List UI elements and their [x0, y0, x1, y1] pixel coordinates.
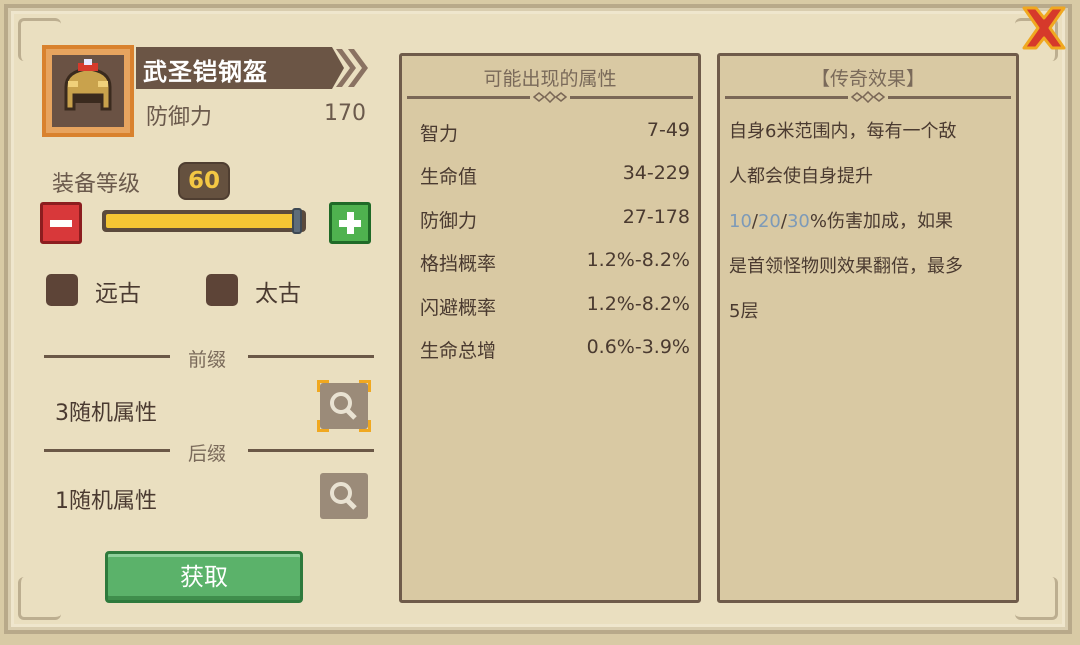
get-button[interactable]: 获取	[105, 551, 303, 603]
close-button[interactable]	[1016, 2, 1072, 54]
effect-value: 30	[786, 211, 810, 232]
divider	[44, 449, 170, 452]
item-icon-frame[interactable]	[42, 45, 134, 137]
item-stat-label: 防御力	[146, 105, 213, 130]
prefix-inspect-button[interactable]	[317, 380, 371, 432]
panel-title: 【传奇效果】	[810, 68, 925, 90]
suffix-attributes: 1随机属性	[55, 489, 157, 514]
panel-title: 可能出现的属性	[483, 68, 617, 90]
legendary-text-line: 5层	[729, 301, 759, 322]
suffix-title: 后缀	[188, 443, 227, 465]
frame-ornament	[18, 577, 61, 620]
divider	[44, 355, 170, 358]
legendary-text-line: 自身6米范围内，每有一个敌	[729, 121, 957, 142]
attribute-row: 格挡概率 1.2%-8.2%	[420, 249, 690, 279]
item-name: 武圣铠钢盔	[143, 58, 268, 86]
attribute-range: 1.2%-8.2%	[586, 249, 690, 271]
legendary-effect-panel: 【传奇效果】 自身6米范围内，每有一个敌 人都会使自身提升 10/20/30%伤…	[717, 53, 1019, 603]
attribute-name: 生命总增	[420, 340, 497, 362]
attribute-row: 智力 7-49	[420, 119, 690, 149]
checkbox-primal-label: 太古	[255, 281, 301, 307]
divider	[248, 449, 374, 452]
item-stat-value: 170	[324, 101, 366, 126]
attribute-range: 34-229	[622, 162, 690, 184]
possible-attributes-panel: 可能出现的属性 智力 7-49 生命值 34-229 防御力 27-178 格挡…	[399, 53, 701, 603]
attribute-name: 生命值	[420, 166, 478, 188]
effect-value: 20	[757, 211, 781, 232]
attribute-row: 闪避概率 1.2%-8.2%	[420, 293, 690, 323]
legendary-text-line: 是首领怪物则效果翻倍，最多	[729, 256, 963, 277]
prefix-title: 前缀	[188, 349, 227, 371]
attribute-name: 智力	[420, 123, 459, 145]
close-icon	[1022, 6, 1066, 50]
helmet-icon	[52, 55, 124, 127]
checkbox-primal[interactable]	[206, 274, 238, 306]
attribute-name: 闪避概率	[420, 297, 497, 319]
equipment-level-label: 装备等级	[52, 172, 141, 197]
prefix-attributes: 3随机属性	[55, 401, 157, 426]
magnifier-icon	[330, 482, 357, 510]
level-slider-handle[interactable]	[292, 208, 302, 234]
legendary-text-line: 10/20/30%伤害加成，如果	[729, 211, 953, 232]
minus-icon	[50, 220, 72, 227]
level-slider[interactable]	[102, 208, 306, 234]
increase-level-button[interactable]	[329, 202, 371, 244]
attribute-range: 7-49	[646, 119, 690, 141]
effect-value: 10	[729, 211, 752, 232]
level-slider-fill	[106, 214, 294, 228]
attribute-row: 生命值 34-229	[420, 162, 690, 192]
attribute-row: 防御力 27-178	[420, 206, 690, 236]
attribute-range: 1.2%-8.2%	[586, 293, 690, 315]
ornament-icon	[530, 91, 570, 103]
attribute-name: 防御力	[420, 210, 478, 232]
checkbox-ancient-label: 远古	[95, 281, 141, 307]
equipment-level-value: 60	[178, 162, 230, 200]
ornament-icon	[848, 91, 888, 103]
attribute-range: 0.6%-3.9%	[586, 336, 690, 358]
decrease-level-button[interactable]	[40, 202, 82, 244]
attribute-name: 格挡概率	[420, 253, 497, 275]
frame-ornament	[1015, 577, 1058, 620]
attribute-row: 生命总增 0.6%-3.9%	[420, 336, 690, 366]
suffix-inspect-button[interactable]	[320, 473, 368, 519]
divider	[248, 355, 374, 358]
legendary-text-line: 人都会使自身提升	[729, 166, 873, 187]
checkbox-ancient[interactable]	[46, 274, 78, 306]
attribute-range: 27-178	[622, 206, 690, 228]
